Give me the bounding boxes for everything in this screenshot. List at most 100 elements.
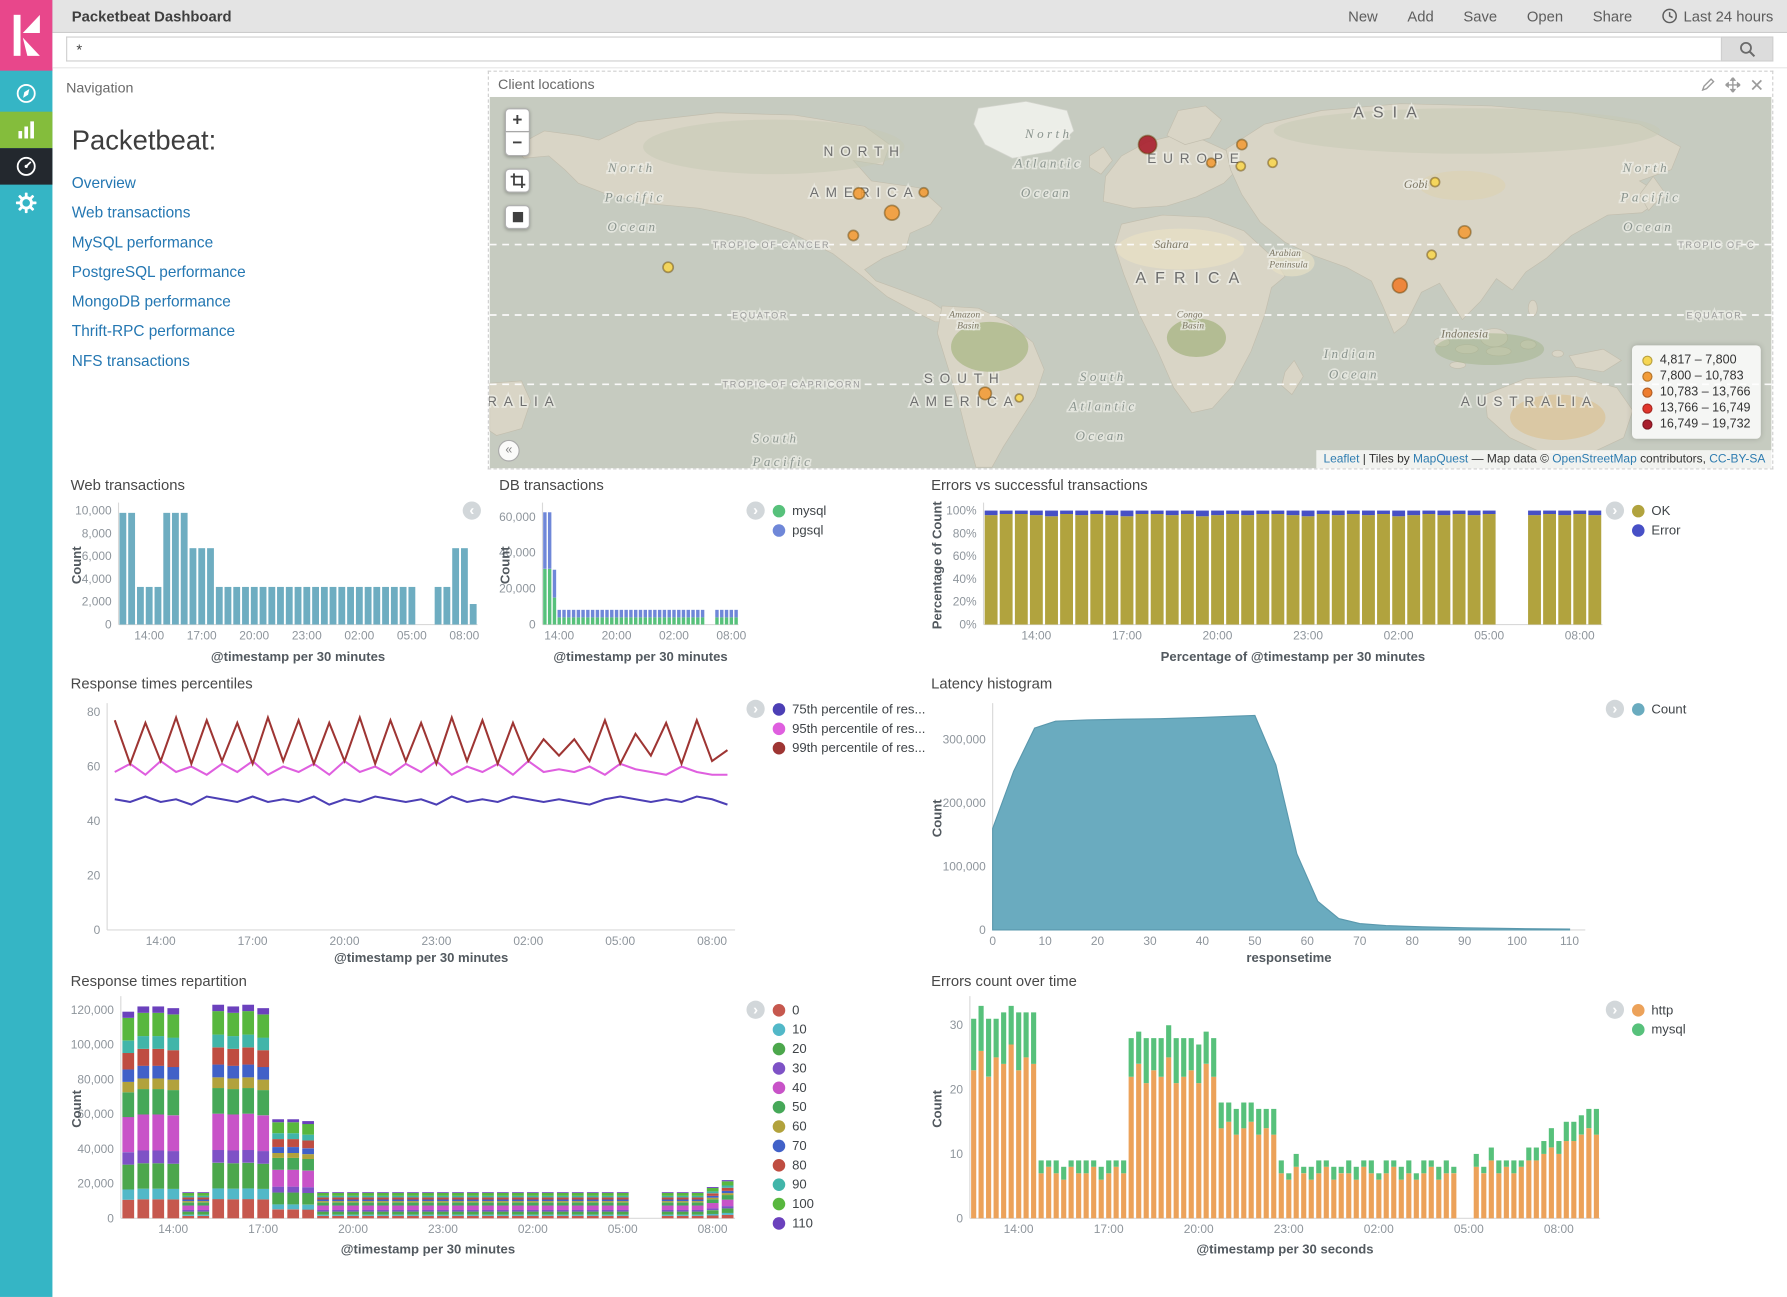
map-label: Basin [1182, 321, 1204, 332]
map-marker[interactable] [1237, 139, 1247, 149]
fit-bounds-button[interactable] [505, 205, 530, 229]
map-marker[interactable] [853, 188, 864, 199]
legend-item[interactable]: 40 [773, 1078, 929, 1097]
map-marker[interactable] [663, 262, 673, 272]
menu-open-button[interactable]: Open [1527, 7, 1563, 24]
legend-toggle-button[interactable]: › [746, 1001, 764, 1019]
draw-filter-button[interactable] [505, 169, 530, 193]
db-transactions-chart[interactable]: 020,00040,00060,000Count14:0020:0002:000… [497, 497, 747, 668]
menu-new-button[interactable]: New [1348, 7, 1378, 24]
time-picker[interactable]: Last 24 hours [1662, 7, 1773, 24]
panel-edit-icon[interactable] [1702, 77, 1716, 91]
nav-link-postgresql-performance[interactable]: PostgreSQL performance [72, 263, 246, 280]
legend-item[interactable]: mysql [1632, 1020, 1787, 1039]
legend-item[interactable]: 60 [773, 1117, 929, 1136]
menu-share-button[interactable]: Share [1593, 7, 1633, 24]
legend-dot-icon [773, 1023, 786, 1036]
legend-item[interactable]: mysql [773, 501, 929, 520]
menu-save-button[interactable]: Save [1463, 7, 1497, 24]
nav-link-mysql-performance[interactable]: MySQL performance [72, 234, 213, 251]
map-marker[interactable] [848, 230, 858, 240]
map-marker[interactable] [919, 188, 928, 197]
map-label: AUSTRALIA [1461, 394, 1598, 409]
attribution-link-openstreetmap[interactable]: OpenStreetMap [1552, 452, 1636, 466]
legend-toggle-button[interactable]: › [746, 700, 764, 718]
legend-toggle-button[interactable]: ‹ [463, 501, 481, 519]
db-legend: › mysql pgsql [746, 501, 928, 540]
map-marker[interactable] [1139, 136, 1157, 154]
panel-close-icon[interactable] [1751, 78, 1764, 91]
legend-toggle-button[interactable]: › [1606, 700, 1624, 718]
legend-item[interactable]: 99th percentile of res... [773, 739, 929, 758]
legend-item[interactable]: OK [1632, 501, 1787, 520]
legend-item[interactable]: 110 [773, 1214, 929, 1233]
errors-count-panel: Errors count over time 0102030Count14:00… [929, 972, 1609, 1266]
map-marker[interactable] [1392, 278, 1407, 293]
legend-item[interactable]: pgsql [773, 521, 929, 540]
search-button[interactable] [1721, 36, 1773, 61]
nav-link-web-transactions[interactable]: Web transactions [72, 204, 191, 221]
map-marker[interactable] [979, 387, 991, 399]
zoom-in-button[interactable]: + [505, 108, 530, 132]
map-marker[interactable] [1427, 250, 1436, 259]
response-percentiles-chart[interactable]: 02040608014:0017:0020:0023:0002:0005:000… [68, 695, 743, 969]
legend-toggle-button[interactable]: › [1606, 501, 1624, 519]
world-map[interactable]: NORTHAMERICASOUTHAMERICAAFRICAEUROPEASIA… [489, 97, 1772, 469]
chart-title: Errors vs successful transactions [931, 476, 1609, 493]
map-label: EQUATOR [732, 310, 788, 320]
legend-item[interactable]: 50 [773, 1098, 929, 1117]
nav-link-nfs-transactions[interactable]: NFS transactions [72, 352, 190, 369]
legend-item[interactable]: 10 [773, 1020, 929, 1039]
nav-link-mongodb-performance[interactable]: MongoDB performance [72, 293, 231, 310]
errors-count-chart[interactable]: 0102030Count14:0017:0020:0023:0002:0005:… [929, 993, 1609, 1261]
legend-item[interactable]: 100 [773, 1194, 929, 1213]
legend-item[interactable]: Error [1632, 521, 1787, 540]
map-marker[interactable] [1207, 158, 1216, 167]
svg-text:20:00: 20:00 [239, 628, 269, 642]
map-attribution-toggle-icon[interactable]: « [498, 440, 520, 462]
chart-title: Latency histogram [931, 675, 1595, 692]
map-marker[interactable] [1268, 158, 1277, 167]
legend-item[interactable]: 20 [773, 1039, 929, 1058]
legend-item[interactable]: Count [1632, 700, 1787, 719]
legend-item[interactable]: 75th percentile of res... [773, 700, 929, 719]
latency-histogram-chart[interactable]: 0100,000200,000300,000Count0102030405060… [929, 695, 1596, 969]
legend-label: mysql [792, 504, 826, 518]
sidebar-item-visualize[interactable] [0, 112, 52, 148]
kibana-logo[interactable] [0, 0, 52, 71]
legend-toggle-button[interactable]: › [746, 501, 764, 519]
legend-item[interactable]: http [1632, 1001, 1787, 1020]
legend-item[interactable]: 80 [773, 1156, 929, 1175]
map-marker[interactable] [1015, 394, 1023, 402]
map-marker[interactable] [1458, 226, 1470, 238]
attribution-link-mapquest[interactable]: MapQuest [1413, 452, 1468, 466]
response-repartition-chart[interactable]: 020,00040,00060,00080,000100,000120,000C… [68, 993, 743, 1261]
attribution-link-cc-by-sa[interactable]: CC-BY-SA [1709, 452, 1765, 466]
map-label: Indian [1323, 346, 1379, 361]
zoom-out-button[interactable]: − [505, 132, 530, 156]
legend-item[interactable]: 90 [773, 1175, 929, 1194]
panel-move-icon[interactable] [1725, 77, 1740, 92]
map-marker[interactable] [885, 205, 900, 220]
legend-toggle-button[interactable]: › [1606, 1001, 1624, 1019]
search-input[interactable] [66, 36, 1721, 61]
svg-text:02:00: 02:00 [659, 628, 689, 642]
web-transactions-chart[interactable]: 02,0004,0006,0008,00010,000Count14:0017:… [68, 497, 484, 668]
legend-item[interactable]: 30 [773, 1059, 929, 1078]
svg-text:05:00: 05:00 [1454, 1222, 1484, 1236]
sidebar-item-settings[interactable] [0, 185, 52, 221]
nav-link-overview[interactable]: Overview [72, 174, 136, 191]
nav-link-thrift-rpc-performance[interactable]: Thrift-RPC performance [72, 323, 235, 340]
sidebar-item-discover[interactable] [0, 75, 52, 111]
clock-icon [1662, 8, 1678, 24]
legend-item[interactable]: 0 [773, 1001, 929, 1020]
menu-add-button[interactable]: Add [1407, 7, 1433, 24]
legend-dot-icon [1643, 371, 1653, 381]
sidebar-item-dashboard[interactable] [0, 148, 52, 184]
attribution-link-leaflet[interactable]: Leaflet [1323, 452, 1359, 466]
map-marker[interactable] [1431, 178, 1440, 187]
legend-item[interactable]: 95th percentile of res... [773, 719, 929, 738]
errors-vs-success-chart[interactable]: 0%20%40%60%80%100%Percentage of Count14:… [929, 497, 1609, 668]
map-marker[interactable] [1236, 162, 1245, 171]
legend-item[interactable]: 70 [773, 1136, 929, 1155]
